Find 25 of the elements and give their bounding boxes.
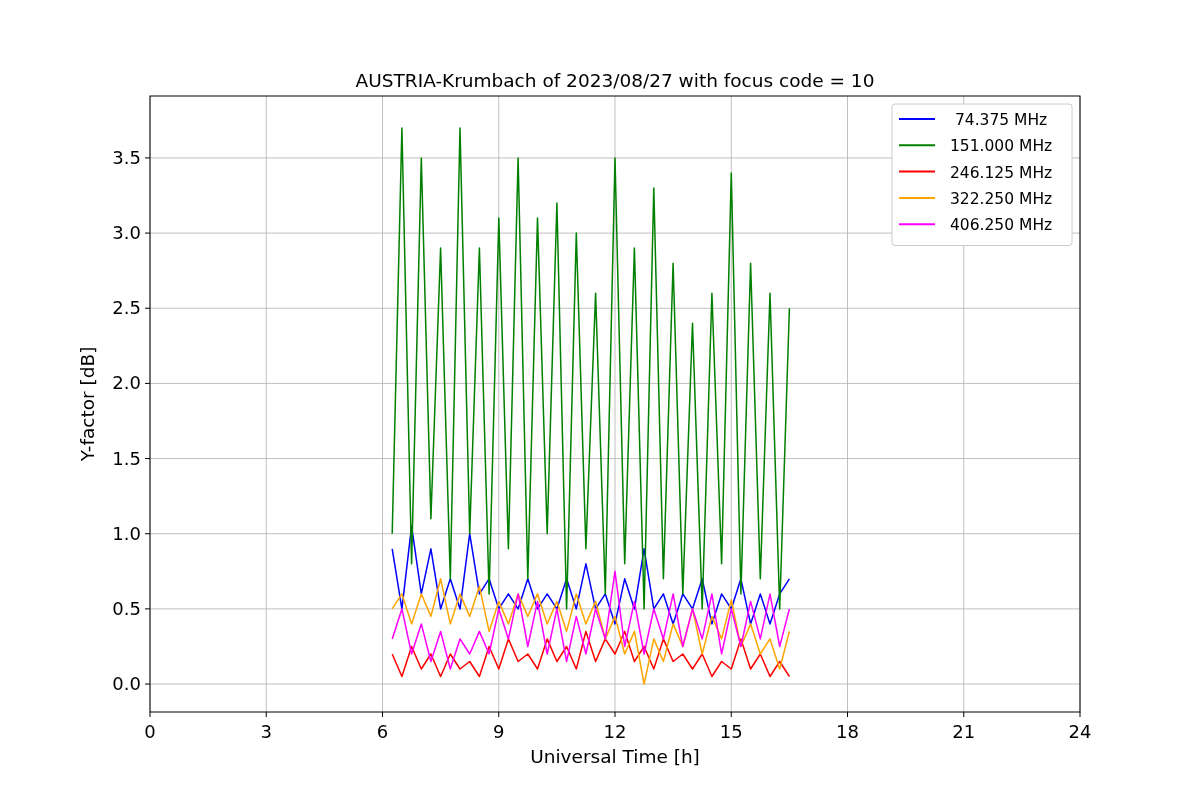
legend-label: 246.125 MHz <box>950 163 1053 182</box>
legend-label: 74.375 MHz <box>954 111 1048 129</box>
axis-title: Universal Time [h] <box>530 746 700 767</box>
tick-label: 21 <box>952 721 976 742</box>
tick-label: 1.0 <box>112 522 141 544</box>
legend-label: 151.000 MHz <box>950 137 1053 156</box>
chart-title: AUSTRIA-Krumbach of 2023/08/27 with focus code = 10 <box>355 70 875 91</box>
tick-label: 15 <box>719 721 743 742</box>
tick-label: 3 <box>260 721 272 742</box>
tick-label: 9 <box>493 721 505 742</box>
tick-label: 24 <box>1068 721 1092 742</box>
legend-label: 406.250 MHz <box>950 216 1053 235</box>
axis-title: Y-factor [dB] <box>77 346 98 462</box>
tick-label: 18 <box>836 721 859 742</box>
tick-label: 3.5 <box>112 146 141 168</box>
tick-label: 2.5 <box>112 297 141 319</box>
tick-label: 0.5 <box>112 597 141 619</box>
tick-label: 6 <box>376 721 389 742</box>
tick-label: 1.5 <box>112 447 141 469</box>
tick-label: 0.0 <box>112 673 141 695</box>
tick-label: 0 <box>144 721 156 742</box>
tick-label: 12 <box>603 721 627 742</box>
tick-label: 2.0 <box>112 372 141 394</box>
tick-label: 3.0 <box>112 222 141 244</box>
legend-label: 322.250 MHz <box>950 189 1053 208</box>
